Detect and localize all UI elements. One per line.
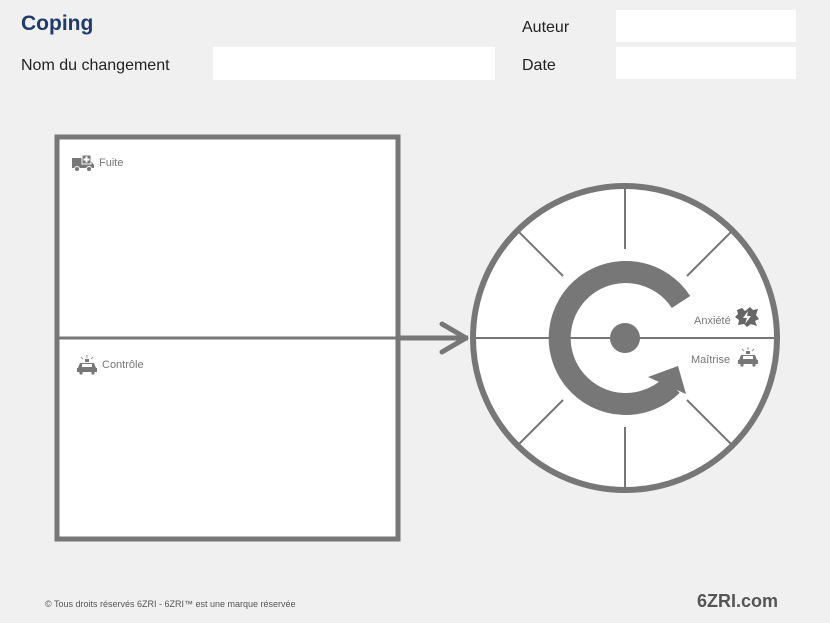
lightning-stress-icon <box>735 307 759 327</box>
coping-diagram <box>54 134 780 542</box>
fuite-label: Fuite <box>99 157 124 169</box>
controle-label: Contrôle <box>102 359 144 371</box>
police-car-icon <box>738 347 758 367</box>
anxiete-label: Anxiété <box>694 315 731 327</box>
police-car-icon <box>77 355 97 375</box>
ambulance-icon <box>72 154 94 172</box>
copyright-notice: © Tous droits réservés 6ZRI - 6ZRI™ est … <box>45 599 296 609</box>
maitrise-label: Maîtrise <box>691 354 731 366</box>
wheel-hub <box>610 323 640 353</box>
brand-link[interactable]: 6ZRI.com <box>697 591 778 612</box>
